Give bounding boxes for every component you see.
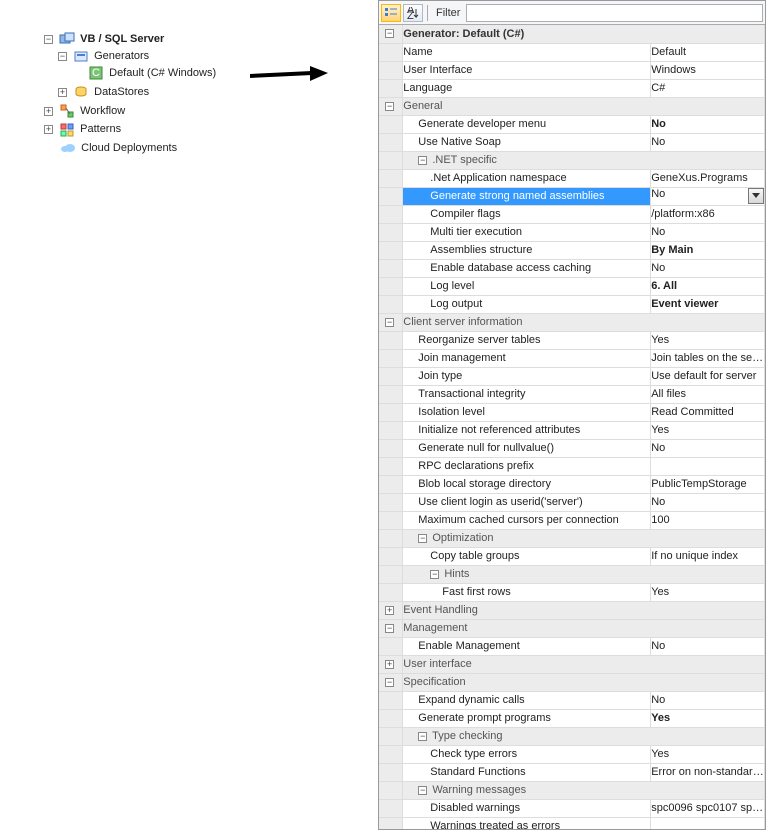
expand-icon[interactable]: + <box>44 125 53 134</box>
filter-input[interactable] <box>466 4 763 22</box>
category-row[interactable]: − Hints <box>379 565 765 583</box>
prop-row[interactable]: Generate null for nullvalue()No <box>379 439 765 457</box>
svg-text:C: C <box>92 67 100 79</box>
prop-row[interactable]: RPC declarations prefix <box>379 457 765 475</box>
prop-row[interactable]: Use client login as userid('server')No <box>379 493 765 511</box>
prop-row[interactable]: Fast first rowsYes <box>379 583 765 601</box>
tree-label: Cloud Deployments <box>81 142 177 154</box>
category-row[interactable]: −Client server information <box>379 313 765 331</box>
prop-row[interactable]: User InterfaceWindows <box>379 61 765 79</box>
category-row[interactable]: − Warning messages <box>379 781 765 799</box>
prop-row[interactable]: Initialize not referenced attributesYes <box>379 421 765 439</box>
prop-row[interactable]: Join typeUse default for server <box>379 367 765 385</box>
prop-row[interactable]: Use Native SoapNo <box>379 133 765 151</box>
prop-row[interactable]: Log level6. All <box>379 277 765 295</box>
dropdown-button[interactable] <box>748 188 764 204</box>
expand-icon[interactable]: + <box>44 107 53 116</box>
prop-row[interactable]: Compiler flags/platform:x86 <box>379 205 765 223</box>
server-icon <box>59 32 75 46</box>
prop-row[interactable]: Assemblies structureBy Main <box>379 241 765 259</box>
prop-row[interactable]: Enable database access cachingNo <box>379 259 765 277</box>
tree-label: Generators <box>94 50 149 62</box>
tree-label: Default (C# Windows) <box>109 67 216 79</box>
prop-row[interactable]: Standard FunctionsError on non-standard … <box>379 763 765 781</box>
alphabetical-button[interactable]: AZ <box>403 4 423 22</box>
patterns-icon <box>59 123 75 137</box>
categorized-button[interactable] <box>381 4 401 22</box>
svg-text:Z: Z <box>407 10 414 19</box>
prop-row[interactable]: Log outputEvent viewer <box>379 295 765 313</box>
expand-icon[interactable]: + <box>58 88 67 97</box>
generators-icon <box>73 49 89 63</box>
tree-node-cloud[interactable]: Cloud Deployments <box>44 139 378 157</box>
property-grid[interactable]: −Generator: Default (C#) NameDefault Use… <box>379 25 765 829</box>
prop-row[interactable]: Copy table groupsIf no unique index <box>379 547 765 565</box>
category-row[interactable]: −General <box>379 97 765 115</box>
category-row[interactable]: −Specification <box>379 673 765 691</box>
tree-label: Patterns <box>80 124 121 136</box>
collapse-icon[interactable]: − <box>44 35 53 44</box>
prop-row[interactable]: Maximum cached cursors per connection100 <box>379 511 765 529</box>
tree-node-generators[interactable]: − Generators C Default (C# Windows) <box>58 47 378 83</box>
tree-label: DataStores <box>94 86 149 98</box>
property-toolbar: AZ Filter <box>379 1 765 25</box>
collapse-icon[interactable]: − <box>58 52 67 61</box>
category-row[interactable]: +Event Handling <box>379 601 765 619</box>
prop-row[interactable]: Multi tier executionNo <box>379 223 765 241</box>
arrow-icon <box>250 64 330 88</box>
prop-row[interactable]: Check type errorsYes <box>379 745 765 763</box>
category-row[interactable]: − Type checking <box>379 727 765 745</box>
category-row[interactable]: +User interface <box>379 655 765 673</box>
prop-row[interactable]: Generate prompt programsYes <box>379 709 765 727</box>
cloud-icon <box>60 141 76 155</box>
tree-node-patterns[interactable]: + Patterns <box>44 120 378 138</box>
tree-label: Workflow <box>80 105 125 117</box>
tree-label: VB / SQL Server <box>80 33 164 45</box>
category-row[interactable]: −Management <box>379 619 765 637</box>
prop-row[interactable]: Reorganize server tablesYes <box>379 331 765 349</box>
prop-row[interactable]: .Net Application namespaceGeneXus.Progra… <box>379 169 765 187</box>
category-row[interactable]: − Optimization <box>379 529 765 547</box>
prop-row[interactable]: Isolation levelRead Committed <box>379 403 765 421</box>
prop-row[interactable]: LanguageC# <box>379 79 765 97</box>
prop-row[interactable]: NameDefault <box>379 43 765 61</box>
prop-row[interactable]: Transactional integrityAll files <box>379 385 765 403</box>
filter-label: Filter <box>436 7 460 19</box>
prop-row[interactable]: Join managementJoin tables on the server <box>379 349 765 367</box>
prop-row[interactable]: Disabled warningsspc0096 spc0107 spc0142 <box>379 799 765 817</box>
datastore-icon <box>73 85 89 99</box>
prop-row[interactable]: Enable ManagementNo <box>379 637 765 655</box>
prop-row[interactable]: Expand dynamic callsNo <box>379 691 765 709</box>
grid-header[interactable]: −Generator: Default (C#) <box>379 25 765 43</box>
prop-row[interactable]: Generate developer menuNo <box>379 115 765 133</box>
property-grid-panel: AZ Filter −Generator: Default (C#) NameD… <box>378 0 766 830</box>
tree-node-datastores[interactable]: + DataStores <box>58 83 378 101</box>
prop-row[interactable]: Blob local storage directoryPublicTempSt… <box>379 475 765 493</box>
prop-row[interactable]: Warnings treated as errors <box>379 817 765 829</box>
csharp-icon: C <box>88 66 104 80</box>
category-row[interactable]: − .NET specific <box>379 151 765 169</box>
navigator-tree: − VB / SQL Server − Generators C Default… <box>0 0 378 832</box>
tree-node-default-gen[interactable]: C Default (C# Windows) <box>72 64 378 82</box>
tree-node-workflow[interactable]: + Workflow <box>44 102 378 120</box>
workflow-icon <box>59 104 75 118</box>
prop-row-selected[interactable]: Generate strong named assembliesNo <box>379 187 765 205</box>
